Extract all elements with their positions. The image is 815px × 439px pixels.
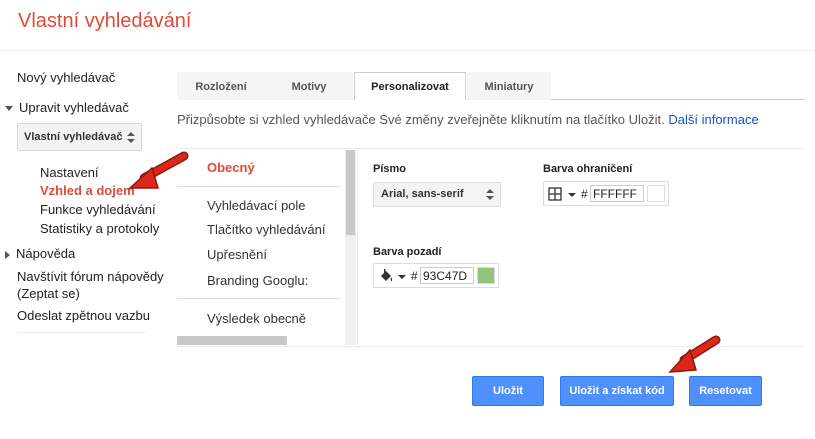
tab-themes[interactable]: Motivy: [265, 72, 353, 100]
horizontal-scrollbar[interactable]: [177, 336, 287, 345]
description: Přizpůsobte si vzhled vyhledávače Své zm…: [177, 112, 759, 127]
border-color-swatch[interactable]: [647, 185, 665, 202]
sidebar-item-search-features[interactable]: Funkce vyhledávání: [40, 202, 156, 217]
bg-color-picker-button[interactable]: [378, 268, 408, 284]
border-color-hex-input[interactable]: FFFFFF: [590, 185, 644, 202]
updown-arrows-icon: [127, 132, 135, 144]
bg-color-hex-input[interactable]: 93C47D: [420, 267, 474, 284]
paint-bucket-icon: [381, 269, 393, 282]
hash-symbol: #: [411, 269, 418, 283]
sidebar-edit-engine-label: Upravit vyhledávač: [19, 100, 129, 115]
save-and-get-code-button[interactable]: Uložit a získat kód: [560, 376, 674, 406]
updown-arrows-icon: [486, 189, 494, 201]
sidebar-forum-link[interactable]: Navštívit fórum nápovědy: [17, 269, 164, 284]
settings-item-search-button[interactable]: Tlačítko vyhledávání: [207, 222, 326, 237]
sidebar-help[interactable]: Nápověda: [5, 246, 75, 261]
engine-select-value: Vlastní vyhledávač: [24, 131, 123, 143]
sidebar-edit-engine[interactable]: Upravit vyhledávač: [5, 100, 129, 115]
app-title: Vlastní vyhledávání: [18, 10, 192, 32]
tab-thumbnails[interactable]: Miniatury: [467, 72, 551, 100]
border-grid-icon: [548, 187, 562, 201]
sidebar-item-settings[interactable]: Nastavení: [40, 165, 99, 180]
tab-layout[interactable]: Rozložení: [177, 72, 265, 100]
content-divider: [177, 148, 805, 149]
sidebar-forum-sub[interactable]: (Zeptat se): [17, 286, 80, 301]
caret-right-icon: [5, 250, 10, 259]
font-label: Písmo: [373, 163, 407, 175]
sidebar-item-look-and-feel[interactable]: Vzhled a dojem: [40, 183, 135, 198]
border-color-picker-button[interactable]: [548, 186, 578, 202]
engine-select[interactable]: Vlastní vyhledávač: [17, 123, 142, 151]
bg-color-field: # 93C47D: [373, 263, 499, 288]
settings-divider: [177, 186, 340, 187]
panel-divider: [357, 149, 358, 346]
bg-color-swatch[interactable]: [477, 267, 495, 284]
settings-item-general[interactable]: Obecný: [207, 160, 255, 175]
settings-item-search-box[interactable]: Vyhledávací pole: [207, 198, 306, 213]
scrollbar-thumb[interactable]: [346, 150, 355, 235]
border-color-field: # FFFFFF: [543, 181, 669, 206]
chevron-down-icon: [568, 193, 576, 197]
sidebar-help-label: Nápověda: [16, 246, 76, 261]
header-divider: [0, 50, 815, 51]
sidebar-new-engine[interactable]: Nový vyhledávač: [17, 70, 115, 85]
more-info-link[interactable]: Další informace: [668, 112, 758, 127]
reset-button[interactable]: Resetovat: [689, 376, 762, 406]
tab-personalize[interactable]: Personalizovat: [354, 72, 466, 100]
font-select[interactable]: Arial, sans-serif: [373, 182, 501, 207]
settings-divider: [177, 298, 340, 299]
save-button[interactable]: Uložit: [472, 376, 544, 406]
border-color-label: Barva ohraničení: [543, 163, 633, 175]
description-text: Přizpůsobte si vzhled vyhledávače Své zm…: [177, 112, 665, 127]
settings-item-google-branding[interactable]: Branding Googlu:: [207, 273, 308, 288]
font-select-value: Arial, sans-serif: [381, 188, 464, 200]
chevron-down-icon: [398, 275, 406, 279]
sidebar-item-statistics[interactable]: Statistiky a protokoly: [40, 221, 159, 236]
sidebar-divider: [17, 332, 145, 333]
caret-down-icon: [5, 106, 13, 112]
bg-color-label: Barva pozadí: [373, 246, 442, 258]
sidebar-feedback-link[interactable]: Odeslat zpětnou vazbu: [17, 308, 150, 323]
settings-item-result-general[interactable]: Výsledek obecně: [207, 311, 306, 326]
settings-list: Obecný Vyhledávací pole Tlačítko vyhledá…: [177, 150, 357, 345]
hash-symbol: #: [581, 187, 588, 201]
settings-item-refinements[interactable]: Upřesnění: [207, 247, 267, 262]
annotation-arrow-icon: [668, 335, 721, 373]
